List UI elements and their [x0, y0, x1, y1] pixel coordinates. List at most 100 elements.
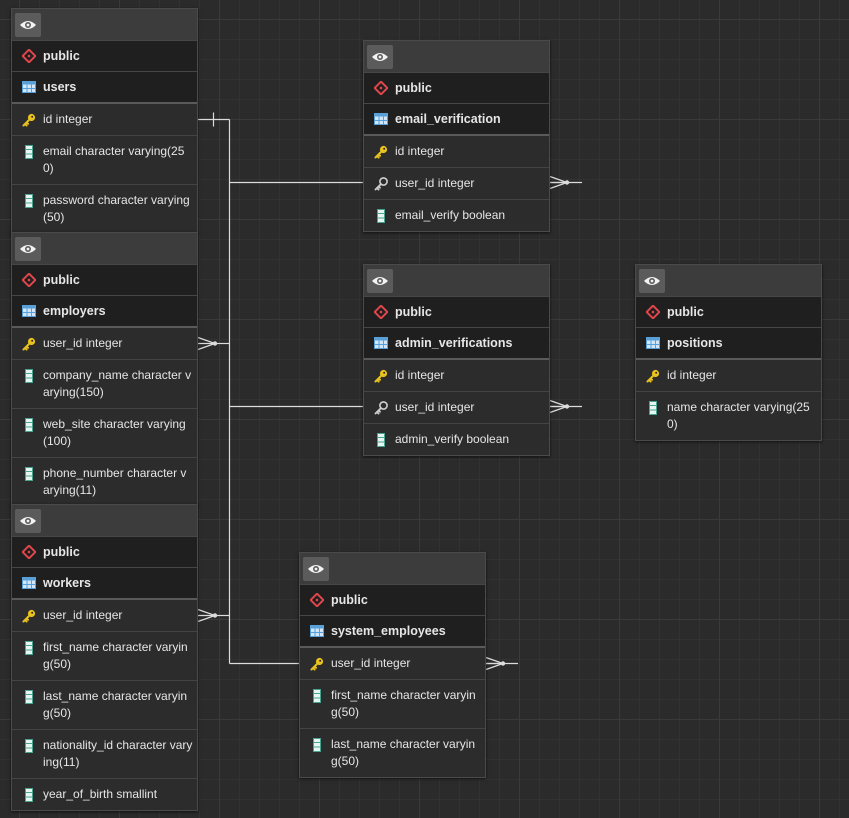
- eye-icon[interactable]: [367, 44, 393, 69]
- table-workers[interactable]: public workers user_id integer first_name c…: [11, 504, 198, 811]
- column-row[interactable]: id integer: [636, 360, 821, 391]
- schema-diamond-icon: [22, 545, 36, 559]
- table-name: employers: [43, 304, 106, 318]
- column-row[interactable]: user_id integer: [364, 167, 549, 199]
- column-row[interactable]: user_id integer: [364, 391, 549, 423]
- schema-diamond-icon: [22, 49, 36, 63]
- column-label: password character varying(50): [43, 193, 190, 224]
- table-name-row[interactable]: employers: [12, 295, 197, 328]
- key-icon: [646, 369, 660, 383]
- table-grid-icon: [22, 304, 36, 318]
- schema-row[interactable]: public: [636, 296, 821, 327]
- erd-canvas[interactable]: public users id integer email character var…: [0, 0, 849, 818]
- column-label: year_of_birth smallint: [43, 787, 158, 801]
- schema-row[interactable]: public: [12, 264, 197, 295]
- column-label: phone_number character varying(11): [43, 466, 187, 497]
- column-label: id integer: [395, 368, 445, 382]
- column-label: web_site character varying(100): [43, 417, 186, 448]
- column-icon: [22, 193, 36, 208]
- column-row[interactable]: phone_number character varying(11): [12, 457, 197, 506]
- column-row[interactable]: user_id integer: [12, 600, 197, 631]
- table-admin-verifications[interactable]: public admin_verificationsid integer user_…: [363, 264, 550, 456]
- table-name: admin_verifications: [395, 336, 513, 350]
- column-icon: [22, 787, 36, 802]
- table-email-verification[interactable]: public email_verificationid integer user_i…: [363, 40, 550, 232]
- column-list: id integer user_id integer admin_verify bo…: [364, 360, 549, 455]
- column-row[interactable]: email character varying(250): [12, 135, 197, 184]
- column-list: id integer email character varying(250) pa…: [12, 104, 197, 233]
- column-row[interactable]: id integer: [364, 136, 549, 167]
- eye-icon[interactable]: [15, 508, 41, 533]
- column-label: user_id integer: [395, 400, 475, 414]
- column-row[interactable]: first_name character varying(50): [300, 679, 485, 728]
- schema-diamond-icon: [374, 305, 388, 319]
- column-label: admin_verify boolean: [395, 432, 510, 446]
- column-row[interactable]: email_verify boolean: [364, 199, 549, 231]
- table-name-row[interactable]: workers: [12, 567, 197, 600]
- schema-row[interactable]: public: [364, 72, 549, 103]
- table-system-employees[interactable]: public system_employees user_id integer fir…: [299, 552, 486, 778]
- eye-icon[interactable]: [15, 236, 41, 261]
- key-icon: [22, 609, 36, 623]
- table-users[interactable]: public users id integer email character var…: [11, 8, 198, 234]
- table-grid-icon: [374, 112, 388, 126]
- column-row[interactable]: company_name character varying(150): [12, 359, 197, 408]
- column-icon: [374, 208, 388, 223]
- column-label: id integer: [43, 112, 93, 126]
- schema-name: public: [43, 545, 80, 559]
- column-icon: [310, 737, 324, 752]
- table-employers[interactable]: public employers user_id integer company_na…: [11, 232, 198, 507]
- foreign-key-icon: [374, 176, 388, 191]
- eye-icon[interactable]: [303, 556, 329, 581]
- table-name: workers: [43, 576, 91, 590]
- table-name-row[interactable]: system_employees: [300, 615, 485, 648]
- table-name: system_employees: [331, 624, 446, 638]
- key-icon: [374, 145, 388, 159]
- column-label: company_name character varying(150): [43, 368, 192, 399]
- schema-row[interactable]: public: [300, 584, 485, 615]
- table-grid-icon: [22, 80, 36, 94]
- schema-row[interactable]: public: [12, 536, 197, 567]
- key-icon: [22, 337, 36, 351]
- column-row[interactable]: nationality_id character varying(11): [12, 729, 197, 778]
- table-toolbar: [12, 233, 197, 264]
- column-row[interactable]: user_id integer: [300, 648, 485, 679]
- column-label: user_id integer: [395, 176, 475, 190]
- column-label: user_id integer: [331, 656, 411, 670]
- column-row[interactable]: last_name character varying(50): [300, 728, 485, 777]
- column-row[interactable]: admin_verify boolean: [364, 423, 549, 455]
- eye-icon[interactable]: [15, 12, 41, 37]
- table-grid-icon: [22, 576, 36, 590]
- column-label: id integer: [667, 368, 717, 382]
- table-grid-icon: [310, 624, 324, 638]
- table-name-row[interactable]: email_verification: [364, 103, 549, 136]
- column-icon: [22, 144, 36, 159]
- column-row[interactable]: user_id integer: [12, 328, 197, 359]
- column-row[interactable]: web_site character varying(100): [12, 408, 197, 457]
- table-toolbar: [300, 553, 485, 584]
- schema-name: public: [331, 593, 368, 607]
- column-row[interactable]: year_of_birth smallint: [12, 778, 197, 810]
- column-row[interactable]: password character varying(50): [12, 184, 197, 233]
- column-row[interactable]: id integer: [12, 104, 197, 135]
- column-row[interactable]: first_name character varying(50): [12, 631, 197, 680]
- table-positions[interactable]: public positions id integer name character …: [635, 264, 822, 441]
- table-name-row[interactable]: users: [12, 71, 197, 104]
- column-label: last_name character varying(50): [43, 689, 188, 720]
- schema-name: public: [43, 273, 80, 287]
- column-row[interactable]: last_name character varying(50): [12, 680, 197, 729]
- table-name: positions: [667, 336, 723, 350]
- column-label: id integer: [395, 144, 445, 158]
- table-name: email_verification: [395, 112, 501, 126]
- schema-row[interactable]: public: [364, 296, 549, 327]
- crows-foot-marker: [485, 656, 506, 671]
- column-row[interactable]: id integer: [364, 360, 549, 391]
- eye-icon[interactable]: [639, 268, 665, 293]
- column-label: first_name character varying(50): [43, 640, 188, 671]
- table-name-row[interactable]: positions: [636, 327, 821, 360]
- schema-row[interactable]: public: [12, 40, 197, 71]
- column-label: email_verify boolean: [395, 208, 506, 222]
- table-name-row[interactable]: admin_verifications: [364, 327, 549, 360]
- column-row[interactable]: name character varying(250): [636, 391, 821, 440]
- eye-icon[interactable]: [367, 268, 393, 293]
